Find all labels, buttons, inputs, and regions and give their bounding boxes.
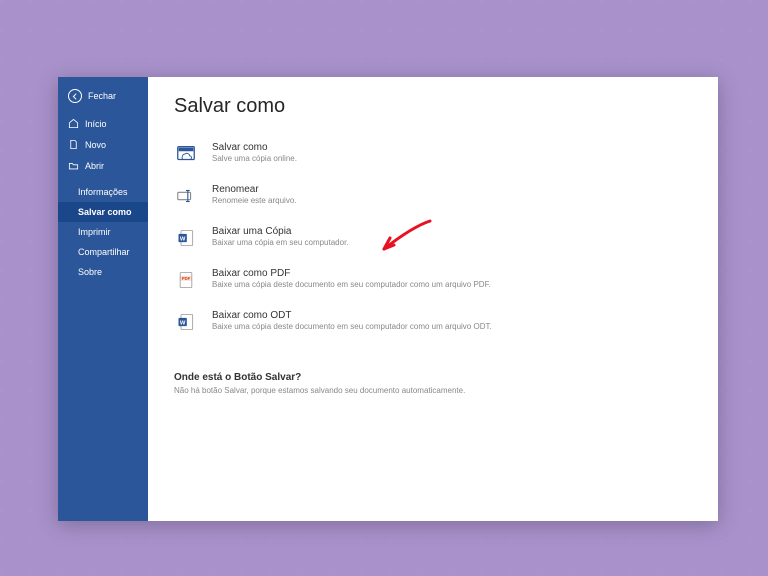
nav-print[interactable]: Imprimir bbox=[58, 222, 148, 242]
word-backstage-window: isar (Alt + G) ⌄ ⌄ Normal Sem Espaçament… bbox=[58, 77, 718, 521]
nav-open[interactable]: Abrir bbox=[58, 155, 148, 176]
save-as-cloud-icon bbox=[174, 142, 198, 166]
option-save-as[interactable]: Salvar como Salve uma cópia online. bbox=[174, 134, 692, 176]
option-title: Baixar como PDF bbox=[212, 268, 692, 279]
option-title: Baixar como ODT bbox=[212, 310, 692, 321]
option-desc: Salve uma cópia online. bbox=[212, 154, 692, 164]
back-arrow-icon bbox=[68, 89, 82, 103]
footer-text: Não há botão Salvar, porque estamos salv… bbox=[174, 386, 692, 395]
pdf-icon: PDF bbox=[174, 268, 198, 292]
save-info-footer: Onde está o Botão Salvar? Não há botão S… bbox=[174, 372, 692, 395]
option-download-odt[interactable]: W Baixar como ODT Baixe uma cópia deste … bbox=[174, 302, 692, 344]
option-title: Salvar como bbox=[212, 142, 692, 153]
main-panel: Salvar como Salvar como Salve uma cópia … bbox=[148, 77, 718, 521]
option-download-copy[interactable]: W Baixar uma Cópia Baixar uma cópia em s… bbox=[174, 218, 692, 260]
home-icon bbox=[68, 118, 79, 129]
backstage-sidebar: Fechar Início Novo Abrir Informações Sal… bbox=[58, 77, 148, 521]
option-desc: Baixe uma cópia deste documento em seu c… bbox=[212, 322, 692, 332]
page-title: Salvar como bbox=[174, 95, 692, 118]
word-doc-icon: W bbox=[174, 226, 198, 250]
folder-open-icon bbox=[68, 160, 79, 171]
nav-label: Novo bbox=[85, 140, 106, 150]
nav-label: Início bbox=[85, 119, 107, 129]
nav-label: Abrir bbox=[85, 161, 104, 171]
svg-text:W: W bbox=[180, 237, 186, 243]
option-desc: Baixar uma cópia em seu computador. bbox=[212, 238, 692, 248]
new-doc-icon bbox=[68, 139, 79, 150]
nav-save-as[interactable]: Salvar como bbox=[58, 202, 148, 222]
footer-title: Onde está o Botão Salvar? bbox=[174, 372, 692, 383]
nav-new[interactable]: Novo bbox=[58, 134, 148, 155]
svg-text:W: W bbox=[180, 321, 186, 327]
back-label: Fechar bbox=[88, 91, 116, 101]
option-rename[interactable]: Renomear Renomeie este arquivo. bbox=[174, 176, 692, 218]
option-desc: Baixe uma cópia deste documento em seu c… bbox=[212, 280, 692, 290]
option-download-pdf[interactable]: PDF Baixar como PDF Baixe uma cópia dest… bbox=[174, 260, 692, 302]
option-title: Renomear bbox=[212, 184, 692, 195]
odt-doc-icon: W bbox=[174, 310, 198, 334]
rename-icon bbox=[174, 184, 198, 208]
svg-text:PDF: PDF bbox=[182, 276, 191, 281]
nav-about[interactable]: Sobre bbox=[58, 262, 148, 282]
nav-info[interactable]: Informações bbox=[58, 182, 148, 202]
back-button[interactable]: Fechar bbox=[58, 85, 148, 113]
option-title: Baixar uma Cópia bbox=[212, 226, 692, 237]
nav-share[interactable]: Compartilhar bbox=[58, 242, 148, 262]
option-desc: Renomeie este arquivo. bbox=[212, 196, 692, 206]
nav-home[interactable]: Início bbox=[58, 113, 148, 134]
